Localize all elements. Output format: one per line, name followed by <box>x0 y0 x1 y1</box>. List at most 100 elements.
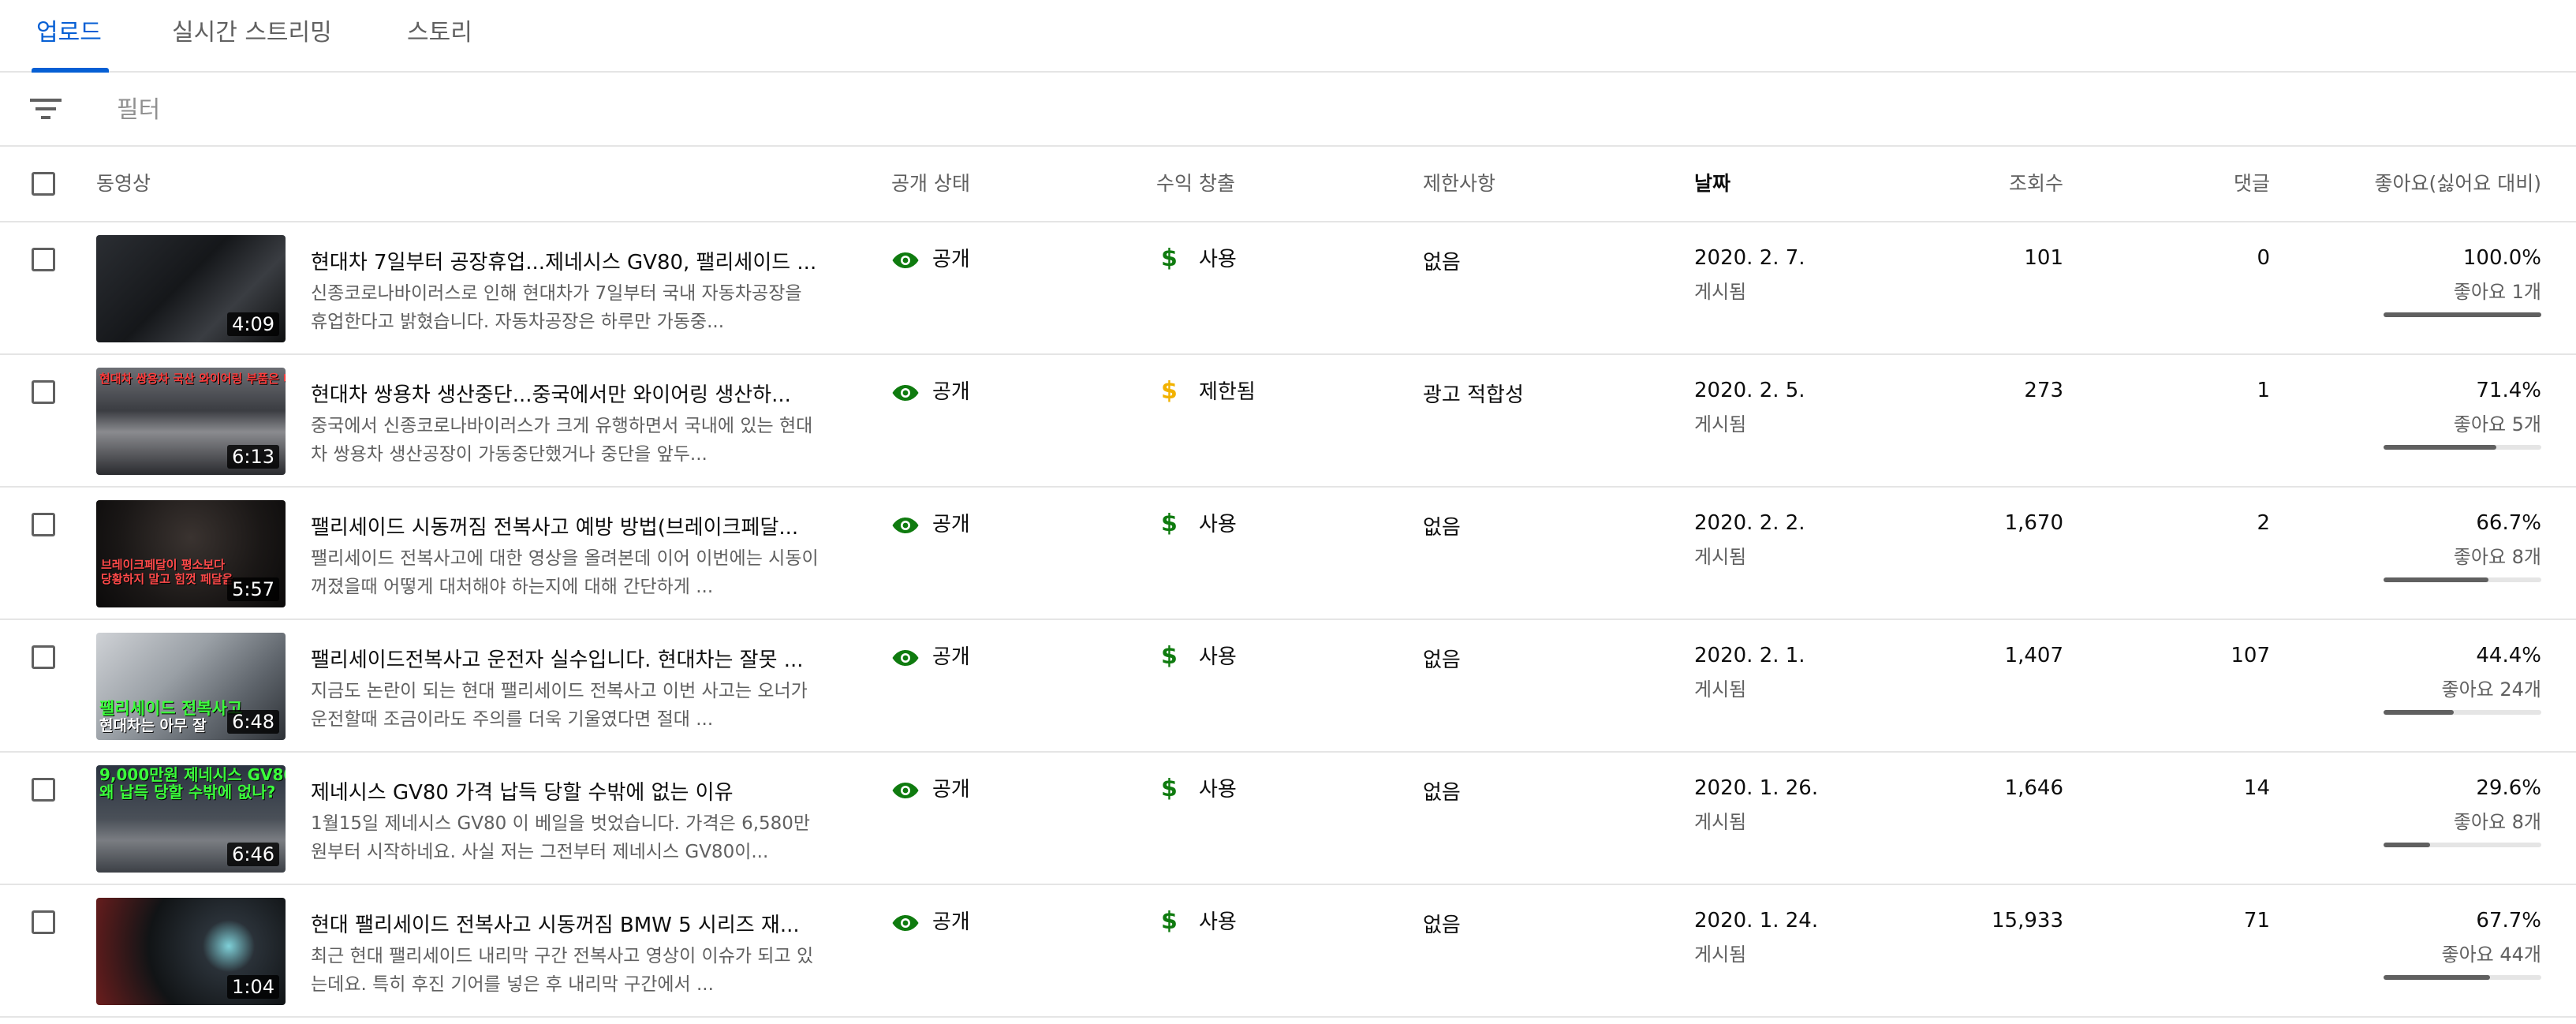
video-title[interactable]: 현대 팰리세이드 전복사고 시동꺼짐 BMW 5 시리즈 재... <box>311 909 831 938</box>
like-ratio-bar-fill <box>2384 312 2541 317</box>
video-title[interactable]: 현대차 쌍용차 생산중단...중국에서만 와이어링 생산하... <box>311 379 831 408</box>
comments-count: 107 <box>2231 644 2270 667</box>
views-count: 15,933 <box>1992 909 2063 932</box>
published-date: 2020. 1. 26. <box>1694 776 1819 800</box>
like-ratio-bar-fill <box>2384 710 2454 715</box>
video-title[interactable]: 제네시스 GV80 가격 납득 당할 수밖에 없는 이유 <box>311 776 831 805</box>
column-date-sort[interactable]: 날짜 <box>1694 147 1730 221</box>
published-date: 2020. 2. 5. <box>1694 379 1805 402</box>
column-video: 동영상 <box>96 172 151 195</box>
column-monetization: 수익 창출 <box>1156 172 1235 195</box>
publish-status: 게시됨 <box>1694 678 1747 701</box>
thumbnail-caption: 현대차 쌍용차 국산 와이어링 부품은 대체불가? <box>99 372 286 386</box>
likes-percentage: 67.7% <box>2476 909 2541 932</box>
likes-count: 좋아요 1개 <box>2453 281 2541 303</box>
table-row[interactable]: 브레이크페달이 평소보다 당황하지 말고 힘껏 페달을 5:57 팰리세이드 시동꺼짐… <box>0 488 2576 620</box>
column-views[interactable]: 조회수 <box>2009 147 2063 221</box>
visibility-dropdown[interactable]: 공개 <box>891 376 970 405</box>
visibility-label: 공개 <box>932 513 970 536</box>
tab-uploads[interactable]: 업로드 <box>36 13 102 47</box>
like-ratio-bar-fill <box>2384 975 2491 980</box>
row-checkbox[interactable] <box>32 380 55 404</box>
like-ratio-bar-fill <box>2384 577 2489 582</box>
video-duration: 5:57 <box>227 577 279 601</box>
column-likes[interactable]: 좋아요(싫어요 대비) <box>2375 147 2541 221</box>
monetization-status[interactable]: $ 사용 <box>1161 773 1237 802</box>
restrictions-value[interactable]: 광고 적합성 <box>1423 379 1524 408</box>
tab-bar: 업로드 실시간 스트리밍 스토리 <box>0 0 2576 73</box>
monetization-label: 사용 <box>1199 910 1237 934</box>
video-thumbnail[interactable]: 9,000만원 제네시스 GV80 왜 납득 당할 수밖에 없나? 6:46 <box>96 765 286 873</box>
video-title[interactable]: 현대차 7일부터 공장휴업...제네시스 GV80, 팰리세이드 ... <box>311 246 831 275</box>
row-checkbox[interactable] <box>32 778 55 802</box>
video-title[interactable]: 팰리세이드 시동꺼짐 전복사고 예방 방법(브레이크페달... <box>311 511 831 540</box>
views-count: 1,670 <box>2004 511 2063 535</box>
visibility-dropdown[interactable]: 공개 <box>891 641 970 670</box>
row-checkbox[interactable] <box>32 910 55 934</box>
table-row[interactable]: 팰리세이드 전복사고 현대차는 아무 잘 6:48 팰리세이드전복사고 운전자 실수입… <box>0 620 2576 753</box>
tab-live-streaming[interactable]: 실시간 스트리밍 <box>172 13 332 47</box>
likes-count: 좋아요 24개 <box>2441 678 2542 701</box>
video-description: 최근 현대 팰리세이드 내리막 구간 전복사고 영상이 이슈가 되고 있는데요.… <box>311 946 814 995</box>
visibility-label: 공개 <box>932 248 970 271</box>
tab-stories[interactable]: 스토리 <box>407 13 472 47</box>
row-checkbox[interactable] <box>32 513 55 536</box>
thumbnail-caption: 당황하지 말고 힘껏 페달을 <box>101 572 233 586</box>
monetization-status[interactable]: $ 사용 <box>1161 508 1237 537</box>
comments-count: 2 <box>2257 511 2270 535</box>
published-date: 2020. 2. 7. <box>1694 246 1805 270</box>
like-ratio-bar <box>2384 975 2541 980</box>
monetization-label: 사용 <box>1199 778 1237 802</box>
eye-icon <box>892 252 919 268</box>
filter-icon[interactable] <box>28 96 63 121</box>
video-duration: 4:09 <box>227 312 279 336</box>
video-duration: 6:46 <box>227 843 279 866</box>
visibility-dropdown[interactable]: 공개 <box>891 906 970 935</box>
eye-icon <box>892 384 919 401</box>
video-thumbnail[interactable]: 브레이크페달이 평소보다 당황하지 말고 힘껏 페달을 5:57 <box>96 500 286 607</box>
likes-percentage: 66.7% <box>2476 511 2541 535</box>
table-row[interactable]: 현대차 쌍용차 국산 와이어링 부품은 대체불가? 6:13 현대차 쌍용차 생산중… <box>0 355 2576 488</box>
published-date: 2020. 2. 1. <box>1694 644 1805 667</box>
monetization-status[interactable]: $ 사용 <box>1161 641 1237 670</box>
video-thumbnail[interactable]: 4:09 <box>96 235 286 342</box>
table-row[interactable]: 1:04 현대 팰리세이드 전복사고 시동꺼짐 BMW 5 시리즈 재... 최근 … <box>0 885 2576 1018</box>
visibility-dropdown[interactable]: 공개 <box>891 243 970 272</box>
video-title[interactable]: 팰리세이드전복사고 운전자 실수입니다. 현대차는 잘못 ... <box>311 644 831 673</box>
video-description: 팰리세이드 전복사고에 대한 영상을 올려본데 이어 이번에는 시동이 꺼졌을때… <box>311 548 819 597</box>
select-all-checkbox[interactable] <box>32 172 55 196</box>
dollar-icon: $ <box>1161 642 1178 670</box>
visibility-dropdown[interactable]: 공개 <box>891 773 970 802</box>
publish-status: 게시됨 <box>1694 281 1747 303</box>
visibility-label: 공개 <box>932 778 970 802</box>
published-date: 2020. 1. 24. <box>1694 909 1819 932</box>
column-comments[interactable]: 댓글 <box>2234 147 2270 221</box>
table-row[interactable]: 9,000만원 제네시스 GV80 왜 납득 당할 수밖에 없나? 6:46 제네시스… <box>0 753 2576 885</box>
monetization-status[interactable]: $ 사용 <box>1161 906 1237 935</box>
video-thumbnail[interactable]: 현대차 쌍용차 국산 와이어링 부품은 대체불가? 6:13 <box>96 368 286 475</box>
monetization-status[interactable]: $ 제한됨 <box>1161 376 1256 405</box>
row-checkbox[interactable] <box>32 645 55 669</box>
published-date: 2020. 2. 2. <box>1694 511 1805 535</box>
filter-input[interactable] <box>115 88 1301 131</box>
video-description: 신종코로나바이러스로 인해 현대차가 7일부터 국내 자동차공장을 휴업한다고 … <box>311 283 802 332</box>
likes-percentage: 44.4% <box>2476 644 2541 667</box>
restrictions-value: 없음 <box>1423 251 1461 275</box>
column-visibility: 공개 상태 <box>891 172 970 195</box>
visibility-dropdown[interactable]: 공개 <box>891 508 970 537</box>
table-row[interactable]: 4:09 현대차 7일부터 공장휴업...제네시스 GV80, 팰리세이드 ...… <box>0 222 2576 355</box>
row-checkbox[interactable] <box>32 248 55 271</box>
eye-icon <box>892 914 919 931</box>
video-thumbnail[interactable]: 1:04 <box>96 898 286 1005</box>
table-header: 동영상 공개 상태 수익 창출 제한사항 날짜 조회수 댓글 좋아요(싫어요 대… <box>0 147 2576 222</box>
eye-icon <box>892 517 919 533</box>
publish-status: 게시됨 <box>1694 546 1747 568</box>
likes-count: 좋아요 5개 <box>2453 413 2541 435</box>
eye-icon <box>892 649 919 666</box>
monetization-status[interactable]: $ 사용 <box>1161 243 1237 272</box>
video-thumbnail[interactable]: 팰리세이드 전복사고 현대차는 아무 잘 6:48 <box>96 633 286 740</box>
monetization-label: 사용 <box>1199 645 1237 669</box>
comments-count: 71 <box>2243 909 2270 932</box>
likes-count: 좋아요 8개 <box>2453 811 2541 833</box>
visibility-label: 공개 <box>932 645 970 669</box>
